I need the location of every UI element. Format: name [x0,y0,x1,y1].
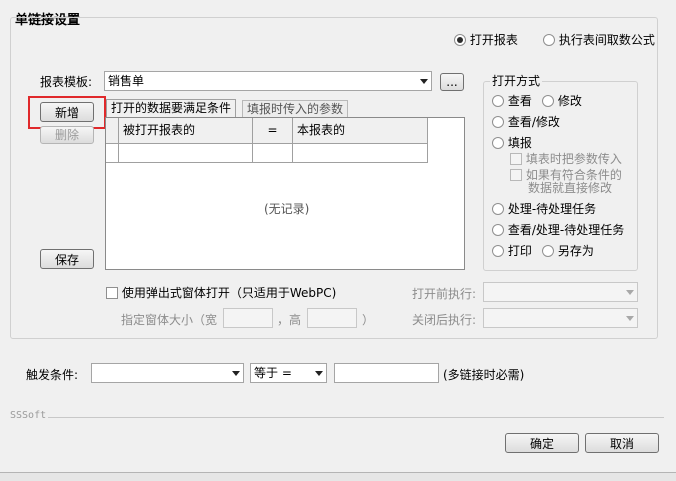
grid-header-equals: = [253,118,293,144]
save-button[interactable]: 保存 [40,249,94,269]
grid-empty-text: (无记录) [264,202,310,216]
direct-edit-label-2: 数据就直接修改 [528,181,613,195]
trigger-value-input[interactable] [334,363,439,383]
radio-edit-label: 修改 [557,94,582,108]
tab-params[interactable]: 填报时传入的参数 [242,100,349,118]
radio-view-label: 查看 [507,94,532,108]
radio-icon [492,224,504,236]
window-size-close: ） [362,313,375,327]
radio-icon [542,245,554,257]
footer-brand: SSSoft [10,410,47,421]
chevron-down-icon [420,79,428,84]
window-width-input[interactable] [223,308,273,328]
radio-view-edit-label: 查看/修改 [507,115,560,129]
template-browse-button[interactable]: ... [440,73,464,91]
checkbox-icon [510,169,522,181]
radio-process-label: 处理-待处理任务 [507,202,597,216]
radio-print[interactable]: 打印 [492,242,532,259]
chevron-down-icon [626,290,634,295]
radio-fill[interactable]: 填报 [492,134,532,151]
trigger-note: (多链接时必需) [443,368,525,382]
after-exec-label: 关闭后执行: [412,313,477,327]
radio-icon [454,34,466,46]
radio-exec-formula[interactable]: 执行表间取数公式 [543,31,655,48]
radio-edit[interactable]: 修改 [542,92,582,109]
window-bottom-edge [0,472,676,481]
grid-header-source: 本报表的 [293,118,428,144]
radio-icon [492,245,504,257]
grid-row-marker [106,144,119,163]
footer-divider [48,417,664,418]
after-exec-select[interactable] [483,308,638,328]
trigger-label: 触发条件: [26,368,79,382]
checkbox-direct-edit: 如果有符合条件的 数据就直接修改 [510,169,622,195]
radio-open-report[interactable]: 打开报表 [454,31,518,48]
grid-header-target: 被打开报表的 [119,118,253,144]
checkbox-pass-params: 填表时把参数传入 [510,150,622,167]
radio-icon [492,203,504,215]
tab-conditions[interactable]: 打开的数据要满足条件 [106,99,237,117]
radio-icon [492,116,504,128]
radio-process[interactable]: 处理-待处理任务 [492,200,596,217]
radio-view-process[interactable]: 查看/处理-待处理任务 [492,221,624,238]
conditions-grid[interactable]: 被打开报表的 = 本报表的 (无记录) [105,117,465,270]
window-height-input[interactable] [307,308,357,328]
direct-edit-label-1: 如果有符合条件的 [525,168,622,182]
ok-button[interactable]: 确定 [505,433,579,453]
radio-icon [492,95,504,107]
template-value: 销售单 [108,74,145,88]
grid-header-corner [106,118,119,144]
radio-icon [542,95,554,107]
window-height-label: ，高 [277,313,302,327]
radio-icon [543,34,555,46]
radio-save-as-label: 另存为 [557,244,594,258]
pass-params-label: 填表时把参数传入 [525,152,622,166]
chevron-down-icon [232,371,240,376]
template-select[interactable]: 销售单 [104,71,432,91]
trigger-operator-value: 等于 = [254,366,292,380]
checkbox-icon [510,153,522,165]
window-size-label: 指定窗体大小（宽 [121,313,218,327]
radio-fill-label: 填报 [507,136,532,150]
grid-cell-equals[interactable] [253,144,293,163]
radio-save-as[interactable]: 另存为 [542,242,594,259]
radio-view-process-label: 查看/处理-待处理任务 [507,223,625,237]
add-button[interactable]: 新增 [40,102,94,122]
grid-cell-source[interactable] [293,144,428,163]
open-mode-title: 打开方式 [490,72,543,89]
chevron-down-icon [315,371,323,376]
before-exec-label: 打开前执行: [412,287,477,301]
delete-button: 删除 [40,126,94,144]
trigger-operator-select[interactable]: 等于 = [250,363,327,383]
radio-view-edit[interactable]: 查看/修改 [492,113,560,130]
radio-view[interactable]: 查看 [492,92,532,109]
cancel-button[interactable]: 取消 [585,433,659,453]
checkbox-popup[interactable]: 使用弹出式窗体打开（只适用于WebPC) [106,284,336,301]
radio-icon [492,137,504,149]
trigger-field-select[interactable] [91,363,244,383]
checkbox-icon [106,287,118,299]
popup-label: 使用弹出式窗体打开（只适用于WebPC) [121,286,337,300]
radio-open-report-label: 打开报表 [469,33,518,47]
radio-print-label: 打印 [507,244,532,258]
template-label: 报表模板: [40,75,93,89]
grid-cell-target[interactable] [119,144,253,163]
chevron-down-icon [626,316,634,321]
radio-exec-formula-label: 执行表间取数公式 [558,33,655,47]
before-exec-select[interactable] [483,282,638,302]
